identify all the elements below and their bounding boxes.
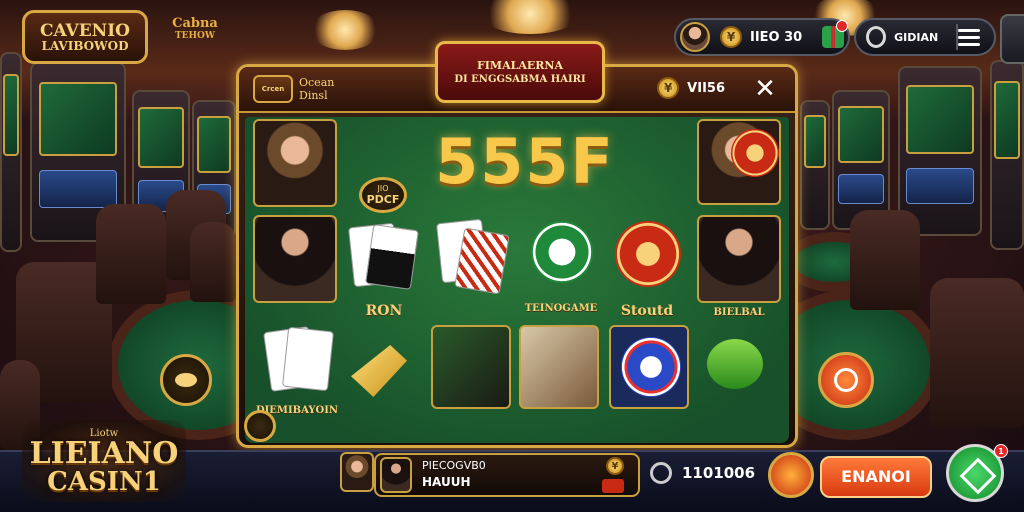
gold-coin-icon[interactable] bbox=[351, 345, 407, 397]
mask-icon bbox=[175, 373, 197, 387]
menu-icon[interactable] bbox=[958, 28, 980, 46]
game-tile-mahjong[interactable] bbox=[519, 325, 599, 409]
chair bbox=[850, 210, 920, 310]
target-icon bbox=[615, 221, 681, 287]
player-avatar-2 bbox=[380, 457, 412, 493]
sub-logo-line3: TEHOW bbox=[174, 31, 215, 41]
bonus-button[interactable] bbox=[768, 452, 814, 498]
header-subtitle-1: Ocean bbox=[299, 76, 335, 89]
chandelier bbox=[310, 10, 380, 50]
badge-top-text: JIO bbox=[377, 184, 389, 193]
account-bar[interactable]: GIDIAN bbox=[854, 18, 996, 56]
cycle-icon bbox=[834, 368, 858, 392]
chip-icon bbox=[531, 221, 593, 283]
jackpot-icon[interactable] bbox=[707, 339, 763, 389]
casino-logo[interactable]: CAVENIO LAVIBOWOD bbox=[22, 10, 148, 64]
badge-jio[interactable]: JIO PDCF bbox=[359, 177, 407, 213]
panel-title: FIMALAERNA DI ENGGSABMA HAIRI bbox=[435, 41, 605, 103]
game-tile-dealer-2[interactable] bbox=[253, 215, 337, 303]
user-avatar[interactable] bbox=[680, 22, 710, 52]
game-tile-roulette-dealer[interactable] bbox=[697, 119, 781, 205]
bottom-logo-line2: LIEIANO bbox=[29, 435, 179, 471]
status-tag bbox=[602, 479, 624, 493]
game-tile-food[interactable] bbox=[431, 325, 511, 409]
notification-badge bbox=[836, 20, 848, 32]
close-button[interactable]: ✕ bbox=[751, 75, 779, 103]
label-slots: Stoutd bbox=[620, 303, 674, 319]
slot-machine bbox=[898, 66, 982, 236]
player-avatar-1[interactable] bbox=[340, 452, 374, 492]
jackpot-number: 555F bbox=[435, 125, 615, 198]
side-tab[interactable] bbox=[1000, 14, 1024, 64]
cards-icon bbox=[454, 227, 509, 295]
secondary-logo: Cabna TEHOW bbox=[160, 16, 230, 41]
game-tile-dealer-1[interactable] bbox=[253, 119, 337, 207]
title-line2: DI ENGGSABMA HAIRI bbox=[454, 73, 586, 85]
header-subtitle-2: Dinsl bbox=[299, 89, 328, 102]
settings-icon[interactable] bbox=[866, 26, 887, 48]
header-subtitle: Ocean Dinsl bbox=[299, 76, 334, 102]
player-info[interactable]: PIECOGVB0 HAUUH ¥ bbox=[374, 453, 640, 497]
panel-corner-badge[interactable] bbox=[244, 410, 276, 442]
notification-badge: 1 bbox=[994, 444, 1008, 458]
spade-card-icon bbox=[365, 224, 419, 290]
bottom-logo-line3: CASIN1 bbox=[47, 466, 161, 497]
roulette-icon bbox=[731, 129, 779, 177]
logo-line1: CAVENIO bbox=[40, 20, 130, 41]
info-line1: PIECOGVB0 bbox=[422, 459, 486, 472]
account-label: GIDIAN bbox=[894, 30, 939, 44]
coin-icon: ¥ bbox=[720, 26, 742, 48]
slot-machine bbox=[0, 52, 22, 252]
label-table-games: TEINOGAME bbox=[524, 303, 598, 314]
coin-icon: ¥ bbox=[657, 77, 680, 99]
right-round-button[interactable] bbox=[818, 352, 874, 408]
slot-machine bbox=[832, 90, 890, 230]
sub-logo-line2: Cabna bbox=[172, 16, 218, 31]
balance-bar[interactable]: ¥ IIEO 30 bbox=[674, 18, 850, 56]
logo-line2: LAVIBOWOD bbox=[41, 38, 129, 53]
roulette-icon bbox=[621, 337, 681, 397]
chair bbox=[930, 278, 1024, 428]
game-tile-baccarat[interactable] bbox=[431, 217, 509, 295]
coin-count: 1101006 bbox=[682, 464, 756, 482]
chair bbox=[96, 204, 166, 304]
slot-machine bbox=[800, 100, 830, 230]
title-line1: FIMALAERNA bbox=[476, 58, 564, 72]
game-tile-live[interactable] bbox=[697, 215, 781, 303]
game-lobby-panel: Crcen Ocean Dinsl ¥ VII56 ✕ FIMALAERNA D… bbox=[236, 41, 798, 448]
left-round-button[interactable] bbox=[160, 354, 212, 406]
header-value: VII56 bbox=[687, 80, 725, 96]
game-tile-table-games[interactable] bbox=[519, 217, 599, 297]
bottom-casino-logo[interactable]: Liotw LIEIANO CASIN1 bbox=[22, 420, 186, 502]
primary-action-button[interactable]: ENANOI bbox=[820, 456, 932, 498]
badge-bottom-text: PDCF bbox=[366, 193, 400, 206]
label-poker: RON bbox=[365, 303, 403, 319]
info-line2: HAUUH bbox=[422, 475, 471, 489]
game-tile-poker[interactable] bbox=[345, 217, 421, 295]
game-tile-cards[interactable] bbox=[255, 313, 335, 397]
game-grid: 555F DIEMIBAYOIN JIO PDCF RON TEINOGAME bbox=[245, 117, 789, 443]
balance-value: IIEO 30 bbox=[750, 29, 803, 45]
header-balance: ¥ VII56 bbox=[657, 77, 725, 99]
chips-icon bbox=[650, 462, 672, 484]
header-logo: Crcen bbox=[253, 75, 293, 103]
game-tile-roulette[interactable] bbox=[609, 325, 689, 409]
game-tile-slots[interactable] bbox=[607, 217, 687, 297]
cards-icon bbox=[281, 326, 335, 392]
coin-icon: ¥ bbox=[606, 457, 624, 475]
chair bbox=[190, 222, 236, 302]
label-live: BIELBAL bbox=[713, 307, 765, 318]
slot-machine bbox=[990, 60, 1024, 250]
